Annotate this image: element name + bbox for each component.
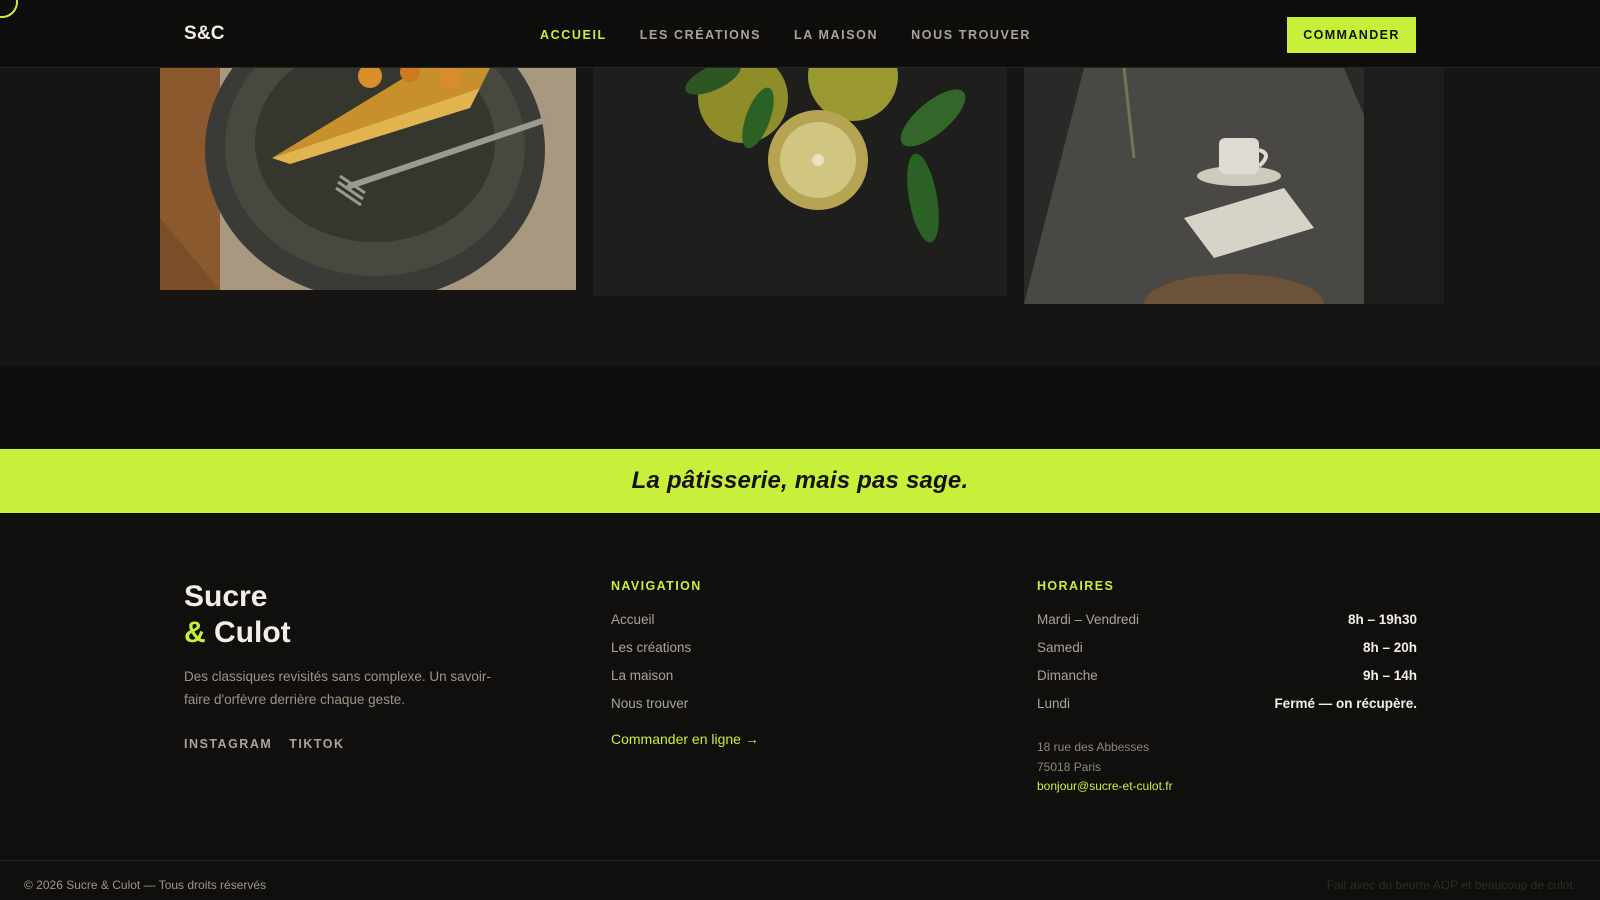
footer-nav-list: Accueil Les créations La maison Nous tro… <box>611 611 691 723</box>
email-link[interactable]: bonjour@sucre-et-culot.fr <box>1037 777 1173 797</box>
social-links: INSTAGRAM TIKTOK <box>184 737 345 751</box>
gallery-section <box>0 68 1600 366</box>
hours-day: Samedi <box>1037 640 1083 655</box>
tagline-text: La pâtisserie, mais pas sage. <box>631 467 969 494</box>
tart-slice-photo <box>160 68 576 290</box>
brand-line-2: & Culot <box>184 615 291 651</box>
site-logo[interactable]: S&C <box>184 23 225 45</box>
footer-link-accueil[interactable]: Accueil <box>611 611 691 639</box>
hours-time: 9h – 14h <box>1362 668 1417 683</box>
footer-brand: Sucre & Culot <box>184 579 291 651</box>
address-street: 18 rue des Abbesses <box>1037 740 1150 754</box>
footer-link-la-maison[interactable]: La maison <box>611 667 691 695</box>
navigation-title: NAVIGATION <box>611 579 702 593</box>
footer-divider <box>0 860 1600 861</box>
brand-line-1: Sucre <box>184 580 268 613</box>
brand-ampersand: & <box>184 616 206 649</box>
instagram-link[interactable]: INSTAGRAM <box>184 737 272 751</box>
hours-table: Mardi – Vendredi 8h – 19h30 Samedi 8h – … <box>1037 611 1417 723</box>
made-with-text: Fait avec du beurre AOP et beaucoup de c… <box>1326 878 1576 892</box>
main-nav: ACCUEIL LES CRÉATIONS LA MAISON NOUS TRO… <box>540 28 1031 42</box>
hours-row: Dimanche 9h – 14h <box>1037 667 1417 695</box>
brand-description: Des classiques revisités sans complexe. … <box>184 669 491 707</box>
lemons-photo <box>593 68 1007 296</box>
tiktok-link[interactable]: TIKTOK <box>289 737 344 751</box>
nav-accueil[interactable]: ACCUEIL <box>540 28 607 42</box>
tagline-banner: La pâtisserie, mais pas sage. <box>0 449 1600 513</box>
order-online-link[interactable]: Commander en ligne → <box>611 731 759 747</box>
hours-row: Samedi 8h – 20h <box>1037 639 1417 667</box>
copyright-text: © 2026 Sucre & Culot — Tous droits réser… <box>24 878 267 892</box>
brand-name-culot: Culot <box>214 616 291 649</box>
hours-row: Mardi – Vendredi 8h – 19h30 <box>1037 611 1417 639</box>
site-footer: Sucre & Culot Des classiques revisités s… <box>0 513 1600 900</box>
nav-nous-trouver[interactable]: NOUS TROUVER <box>911 28 1031 42</box>
order-button[interactable]: COMMANDER <box>1287 17 1416 53</box>
spacer-band <box>0 366 1600 448</box>
hours-row: Lundi Fermé — on récupère. <box>1037 695 1417 723</box>
nav-creations[interactable]: LES CRÉATIONS <box>640 28 761 42</box>
hours-title: HORAIRES <box>1037 579 1115 593</box>
hours-day: Dimanche <box>1037 668 1098 683</box>
nav-la-maison[interactable]: LA MAISON <box>794 28 878 42</box>
cursor-ring-icon <box>0 0 18 18</box>
hours-time: 8h – 19h30 <box>1347 612 1417 627</box>
hours-day: Lundi <box>1037 696 1071 711</box>
hours-time: Fermé — on récupère. <box>1274 696 1417 711</box>
footer-link-nous-trouver[interactable]: Nous trouver <box>611 695 691 723</box>
hours-time: 8h – 20h <box>1362 640 1417 655</box>
address-block: 18 rue des Abbesses 75018 Paris bonjour@… <box>1037 738 1173 797</box>
footer-link-creations[interactable]: Les créations <box>611 639 691 667</box>
address-city: 75018 Paris <box>1037 759 1102 774</box>
cafe-table-photo <box>1024 68 1444 304</box>
site-header: S&C ACCUEIL LES CRÉATIONS LA MAISON NOUS… <box>0 0 1600 68</box>
hours-day: Mardi – Vendredi <box>1037 612 1140 627</box>
